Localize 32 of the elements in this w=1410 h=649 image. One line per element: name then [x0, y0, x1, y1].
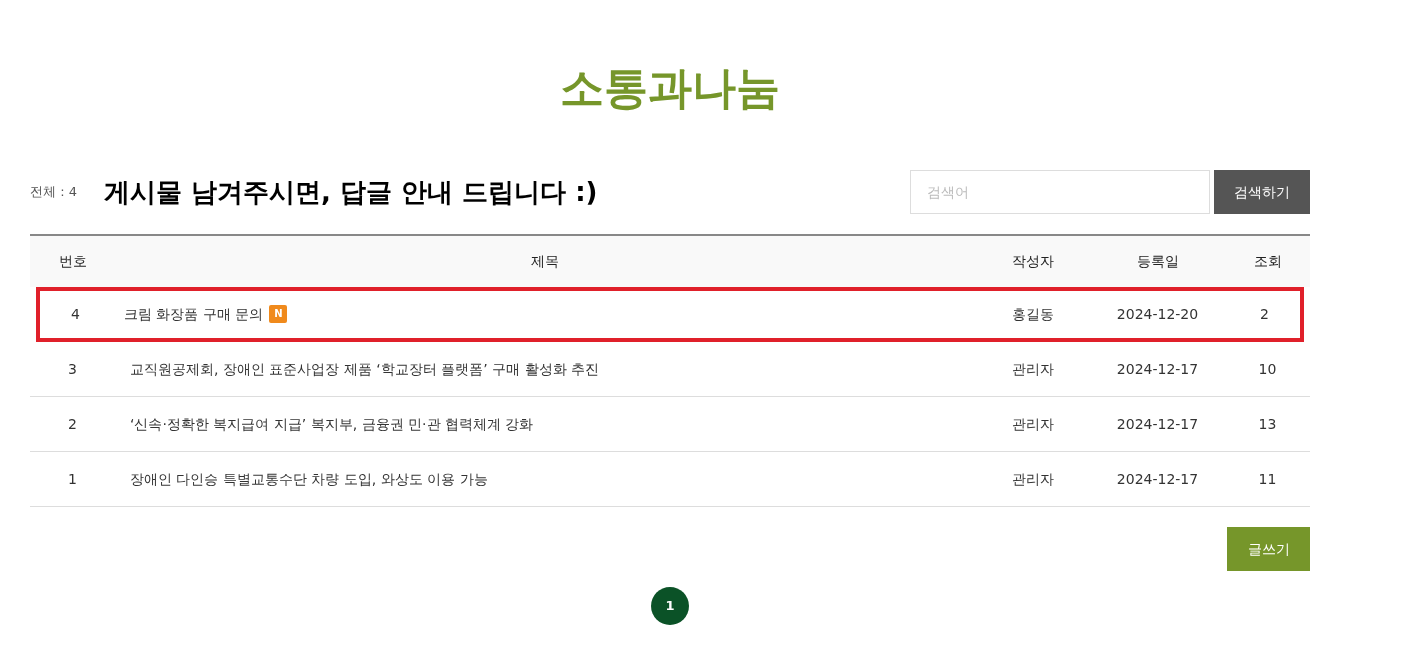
search-button[interactable]: 검색하기 — [1214, 170, 1310, 214]
post-title-link[interactable]: ‘신속·정확한 복지급여 지급’ 복지부, 금융권 민·관 협력체계 강화 — [130, 413, 534, 435]
table-cell-text: 관리자 — [1010, 469, 1055, 489]
notice-heading: 게시물 남겨주시면, 답글 안내 드립니다 :) — [104, 175, 598, 209]
table-cell-text: 2 — [1259, 304, 1270, 324]
post-title-link[interactable]: 장애인 다인승 특별교통수단 차량 도입, 와상도 이용 가능 — [130, 468, 488, 490]
table-cell-text: 2024-12-20 — [1115, 304, 1200, 324]
column-header: 번호 — [57, 252, 88, 271]
table-cell-text: 13 — [1257, 414, 1278, 434]
post-title-link[interactable]: 교직원공제회, 장애인 표준사업장 제품 ‘학교장터 플랫폼’ 구매 활성화 추진 — [130, 358, 599, 380]
new-badge: N — [269, 305, 288, 323]
post-title-link[interactable]: 크림 화장품 구매 문의 — [124, 303, 264, 325]
table-cell-text: 10 — [1257, 359, 1278, 379]
column-header: 조회 — [1252, 252, 1283, 271]
column-header: 등록일 — [1135, 252, 1180, 271]
table-cell-text: 11 — [1257, 469, 1278, 489]
total-count: 전체 : 4 — [30, 183, 78, 202]
table-cell-text: 1 — [67, 469, 78, 489]
search-field[interactable]: 검색어 — [910, 170, 1210, 214]
table-cell-text: 관리자 — [1010, 359, 1055, 379]
page-title: 소통과나눔 — [559, 61, 781, 115]
column-header: 작성자 — [1010, 252, 1055, 271]
table-cell-text: 홍길동 — [1010, 304, 1055, 324]
table-cell-text: 2024-12-17 — [1115, 469, 1200, 489]
table-cell-text: 2024-12-17 — [1115, 414, 1200, 434]
page-button[interactable]: 1 — [651, 587, 689, 625]
table-cell-text: 관리자 — [1010, 414, 1055, 434]
table-cell-text: 2024-12-17 — [1115, 359, 1200, 379]
column-header: 제목 — [530, 252, 560, 271]
table-cell-text: 4 — [70, 304, 81, 324]
table-cell-text: 2 — [67, 414, 78, 434]
table-cell-text: 3 — [67, 359, 78, 379]
